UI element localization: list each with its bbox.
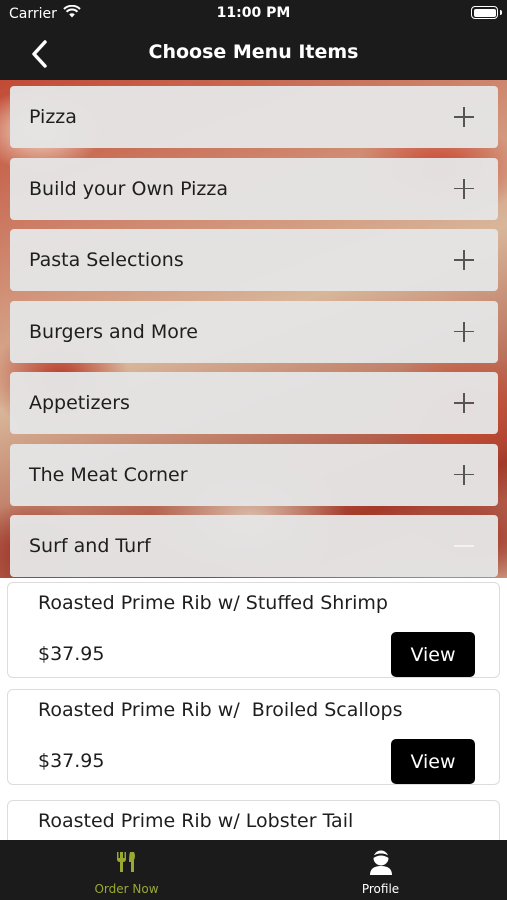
tab-order-now[interactable]: Order Now bbox=[0, 840, 253, 900]
tab-label: Profile bbox=[361, 882, 400, 896]
category-row-the-meat-corner[interactable]: The Meat Corner bbox=[10, 443, 498, 506]
battery-icon bbox=[471, 6, 502, 19]
menu-content: Pizza Build your Own Pizza Pasta Selecti… bbox=[0, 80, 507, 840]
menu-item-name: Roasted Prime Rib w/ Stuffed Shrimp bbox=[38, 592, 388, 614]
page-title: Choose Menu Items bbox=[148, 41, 359, 63]
plus-icon bbox=[454, 321, 474, 342]
cutlery-icon bbox=[115, 850, 139, 878]
category-row-pasta-selections[interactable]: Pasta Selections bbox=[10, 229, 498, 291]
status-time: 11:00 PM bbox=[216, 5, 291, 21]
plus-icon bbox=[454, 464, 474, 485]
menu-item-price: $37.95 bbox=[38, 750, 105, 772]
category-label: Pizza bbox=[29, 106, 77, 128]
category-label: Appetizers bbox=[29, 392, 130, 414]
view-button[interactable]: View bbox=[391, 632, 475, 677]
menu-item-card[interactable]: Roasted Prime Rib w/ Stuffed Shrimp $37.… bbox=[7, 582, 500, 678]
view-button[interactable]: View bbox=[391, 739, 475, 784]
minus-icon bbox=[454, 536, 474, 556]
menu-item-name: Roasted Prime Rib w/ Broiled Scallops bbox=[38, 699, 403, 721]
tab-bar: Order Now Profile bbox=[0, 840, 507, 900]
category-label: Surf and Turf bbox=[29, 535, 151, 557]
menu-item-card[interactable]: Roasted Prime Rib w/ Broiled Scallops $3… bbox=[7, 689, 500, 785]
plus-icon bbox=[454, 393, 474, 413]
category-label: Pasta Selections bbox=[29, 249, 184, 271]
plus-icon bbox=[454, 107, 474, 127]
menu-items-list: Roasted Prime Rib w/ Stuffed Shrimp $37.… bbox=[0, 578, 507, 840]
category-row-build-your-own-pizza[interactable]: Build your Own Pizza bbox=[10, 157, 498, 220]
category-row-burgers-and-more[interactable]: Burgers and More bbox=[10, 300, 498, 363]
category-label: Build your Own Pizza bbox=[29, 177, 228, 200]
plus-icon bbox=[454, 250, 474, 270]
category-row-pizza[interactable]: Pizza bbox=[10, 86, 498, 148]
category-label: Burgers and More bbox=[29, 320, 198, 343]
category-row-surf-and-turf[interactable]: Surf and Turf bbox=[10, 515, 498, 577]
plus-icon bbox=[454, 178, 474, 199]
tab-profile[interactable]: Profile bbox=[254, 840, 507, 900]
profile-icon bbox=[369, 850, 393, 880]
menu-item-name: Roasted Prime Rib w/ Lobster Tail bbox=[38, 810, 354, 832]
status-bar: Carrier 11:00 PM bbox=[0, 0, 507, 28]
nav-bar: Choose Menu Items bbox=[0, 28, 507, 80]
tab-label: Order Now bbox=[94, 882, 159, 896]
category-accordion: Pizza Build your Own Pizza Pasta Selecti… bbox=[10, 86, 498, 587]
category-label: The Meat Corner bbox=[29, 463, 188, 486]
category-row-appetizers[interactable]: Appetizers bbox=[10, 372, 498, 434]
menu-item-card[interactable]: Roasted Prime Rib w/ Lobster Tail bbox=[7, 800, 500, 840]
menu-item-price: $37.95 bbox=[38, 643, 105, 665]
